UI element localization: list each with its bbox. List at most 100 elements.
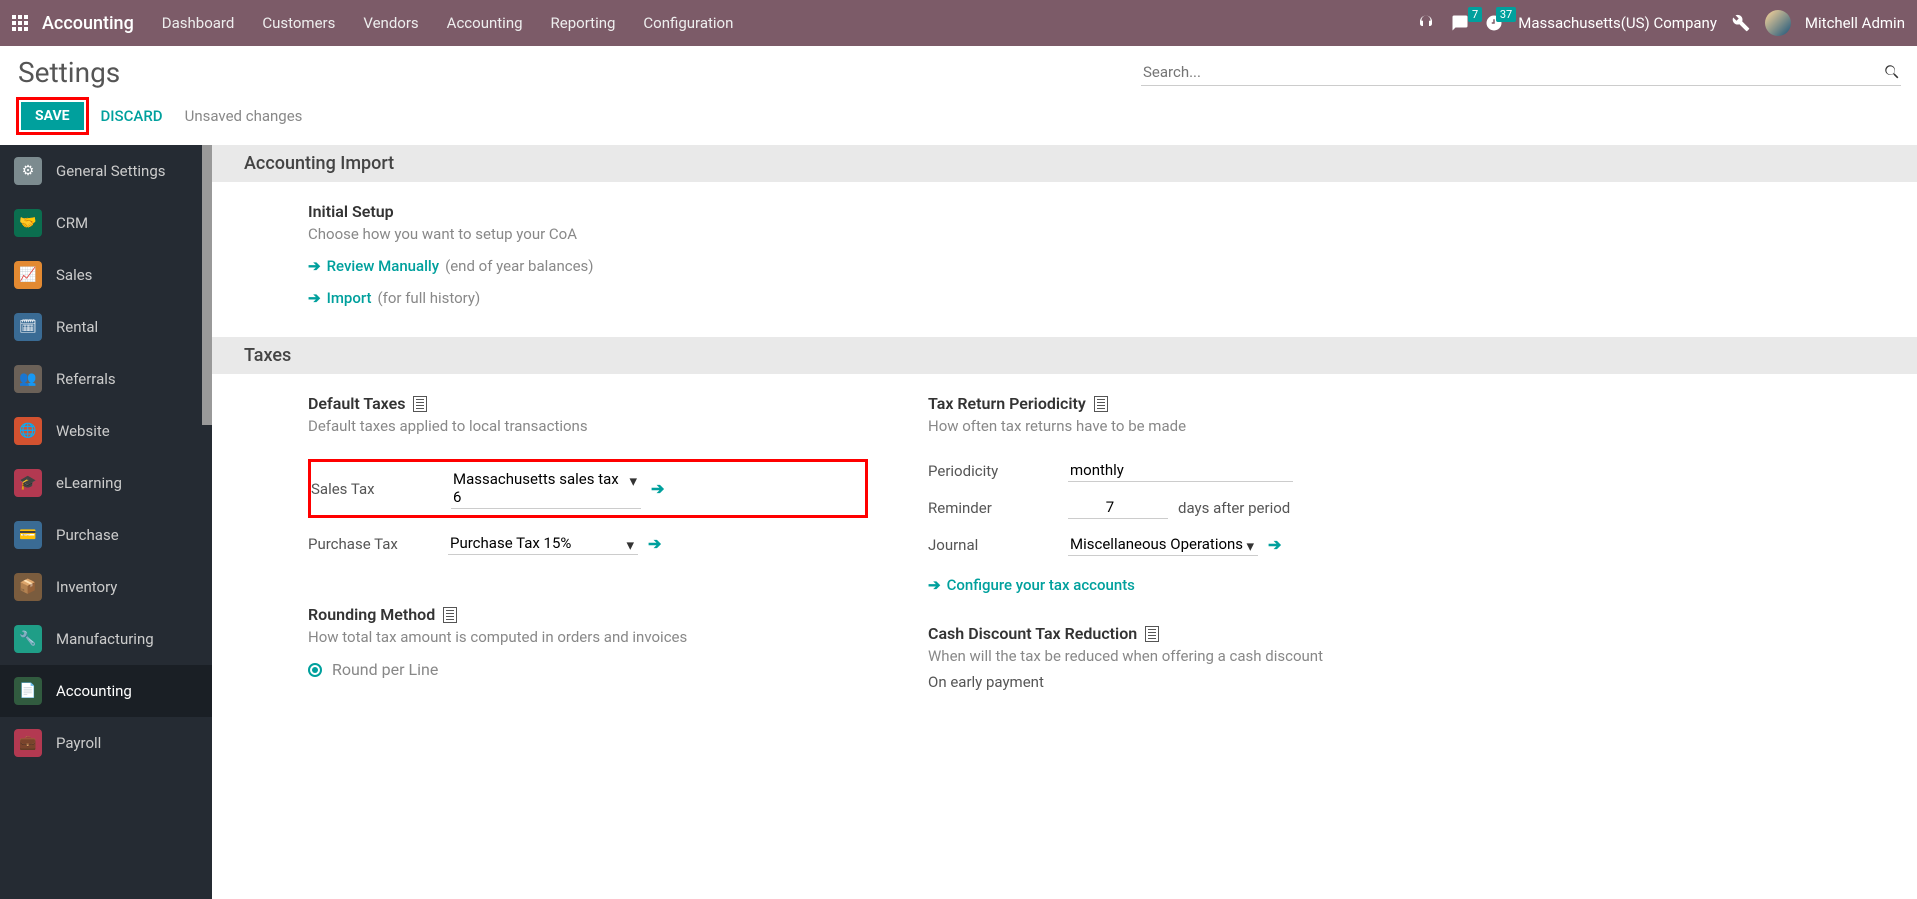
nav-vendors[interactable]: Vendors	[363, 14, 418, 32]
nav-customers[interactable]: Customers	[262, 14, 335, 32]
sidebar-item-sales[interactable]: 📈Sales	[0, 249, 212, 301]
building-icon	[1094, 396, 1108, 412]
top-navbar: Accounting Dashboard Customers Vendors A…	[0, 0, 1917, 46]
building-icon	[413, 396, 427, 412]
sales-tax-label: Sales Tax	[311, 480, 451, 498]
sidebar-item-payroll[interactable]: 💼Payroll	[0, 717, 212, 769]
external-link-icon[interactable]: ➔	[1268, 535, 1281, 554]
import-link[interactable]: Import	[327, 289, 372, 307]
default-taxes-desc: Default taxes applied to local transacti…	[308, 417, 868, 435]
sidebar-item-label: Referrals	[56, 370, 116, 388]
discard-button[interactable]: DISCARD	[101, 107, 163, 125]
cash-discount-title: Cash Discount Tax Reduction	[928, 624, 1137, 643]
sidebar-item-label: CRM	[56, 214, 88, 232]
company-selector[interactable]: Massachusetts(US) Company	[1518, 14, 1717, 32]
scrollbar-thumb[interactable]	[202, 145, 212, 425]
sidebar-item-label: Purchase	[56, 526, 119, 544]
app-icon: 🔧	[14, 625, 42, 653]
user-name[interactable]: Mitchell Admin	[1805, 14, 1905, 32]
rounding-title: Rounding Method	[308, 605, 435, 624]
app-icon: 🤝	[14, 209, 42, 237]
sidebar-item-crm[interactable]: 🤝 CRM	[0, 197, 212, 249]
caret-down-icon: ▾	[629, 472, 637, 490]
section-header-import: Accounting Import	[212, 145, 1917, 182]
journal-label: Journal	[928, 536, 1068, 554]
sidebar-item-label: Manufacturing	[56, 630, 154, 648]
configure-tax-link[interactable]: Configure your tax accounts	[947, 576, 1135, 594]
sidebar-item-referrals[interactable]: 👥 Referrals	[0, 353, 212, 405]
arrow-icon: ➔	[308, 257, 321, 275]
cash-discount-value: On early payment	[928, 673, 1488, 691]
nav-reporting[interactable]: Reporting	[551, 14, 616, 32]
cash-discount-desc: When will the tax be reduced when offeri…	[928, 647, 1488, 665]
apps-icon[interactable]	[12, 15, 28, 31]
app-icon: 📄	[14, 677, 42, 705]
activities-badge: 37	[1496, 7, 1516, 22]
sidebar-item-website[interactable]: 🌐 Website	[0, 405, 212, 457]
avatar[interactable]	[1765, 10, 1791, 36]
round-per-line-label: Round per Line	[332, 660, 438, 679]
search-input[interactable]	[1141, 59, 1883, 85]
settings-content: Accounting Import Initial Setup Choose h…	[212, 145, 1917, 899]
radio-round-per-line[interactable]	[308, 663, 322, 677]
nav-dashboard[interactable]: Dashboard	[162, 14, 235, 32]
initial-setup-title: Initial Setup	[308, 202, 868, 221]
settings-sidebar: ⚙ General Settings 🤝 CRM 📈Sales 🗓 Rental 👥 Refer…	[0, 145, 212, 899]
unsaved-label: Unsaved changes	[185, 107, 303, 125]
sidebar-item-purchase[interactable]: 💳 Purchase	[0, 509, 212, 561]
app-icon: 📦	[14, 573, 42, 601]
sidebar-item-label: Sales	[56, 266, 92, 284]
control-panel: Settings SAVE DISCARD Unsaved changes	[0, 46, 1917, 145]
save-highlight: SAVE	[16, 97, 89, 135]
sidebar-item-label: Rental	[56, 318, 98, 336]
app-icon: ⚙	[14, 157, 42, 185]
sidebar-item-label: eLearning	[56, 474, 122, 492]
sidebar-item-label: General Settings	[56, 162, 166, 180]
external-link-icon[interactable]: ➔	[648, 534, 661, 553]
sidebar-item-general-settings[interactable]: ⚙ General Settings	[0, 145, 212, 197]
debug-icon[interactable]	[1731, 13, 1751, 33]
app-icon: 🎓	[14, 469, 42, 497]
tax-return-desc: How often tax returns have to be made	[928, 417, 1488, 435]
sidebar-item-rental[interactable]: 🗓 Rental	[0, 301, 212, 353]
activities-icon[interactable]: 37	[1484, 13, 1504, 33]
sidebar-item-label: Website	[56, 422, 110, 440]
periodicity-label: Periodicity	[928, 462, 1068, 480]
review-manually-link[interactable]: Review Manually	[327, 257, 440, 275]
reminder-input[interactable]: 7	[1068, 496, 1168, 519]
sales-tax-select[interactable]: Massachusetts sales tax 6 ▾	[451, 468, 641, 509]
arrow-icon: ➔	[308, 289, 321, 307]
app-brand[interactable]: Accounting	[42, 13, 134, 34]
search-icon[interactable]	[1883, 63, 1901, 81]
app-icon: 💳	[14, 521, 42, 549]
nav-accounting[interactable]: Accounting	[447, 14, 523, 32]
sidebar-item-manufacturing[interactable]: 🔧 Manufacturing	[0, 613, 212, 665]
section-header-taxes: Taxes	[212, 337, 1917, 374]
purchase-tax-label: Purchase Tax	[308, 535, 448, 553]
periodicity-select[interactable]: monthly	[1068, 459, 1293, 482]
purchase-tax-select[interactable]: Purchase Tax 15% ▾	[448, 532, 638, 555]
save-button[interactable]: SAVE	[21, 102, 84, 130]
journal-select[interactable]: Miscellaneous Operations ▾	[1068, 533, 1258, 556]
sidebar-item-accounting[interactable]: 📄 Accounting	[0, 665, 212, 717]
initial-setup-desc: Choose how you want to setup your CoA	[308, 225, 868, 243]
external-link-icon[interactable]: ➔	[651, 479, 664, 498]
caret-down-icon: ▾	[626, 536, 634, 554]
review-hint: (end of year balances)	[445, 257, 593, 275]
tax-return-title: Tax Return Periodicity	[928, 394, 1086, 413]
import-hint: (for full history)	[378, 289, 481, 307]
arrow-icon: ➔	[928, 576, 941, 594]
sidebar-item-label: Payroll	[56, 734, 101, 752]
sidebar-item-elearning[interactable]: 🎓 eLearning	[0, 457, 212, 509]
sidebar-item-inventory[interactable]: 📦Inventory	[0, 561, 212, 613]
app-icon: 👥	[14, 365, 42, 393]
app-icon: 🌐	[14, 417, 42, 445]
app-icon: 🗓	[14, 313, 42, 341]
reminder-suffix: days after period	[1178, 499, 1290, 517]
rounding-desc: How total tax amount is computed in orde…	[308, 628, 868, 646]
default-taxes-title: Default Taxes	[308, 394, 405, 413]
sidebar-item-label: Accounting	[56, 682, 132, 700]
nav-configuration[interactable]: Configuration	[643, 14, 733, 32]
messages-icon[interactable]: 7	[1450, 13, 1470, 33]
support-icon[interactable]	[1416, 13, 1436, 33]
